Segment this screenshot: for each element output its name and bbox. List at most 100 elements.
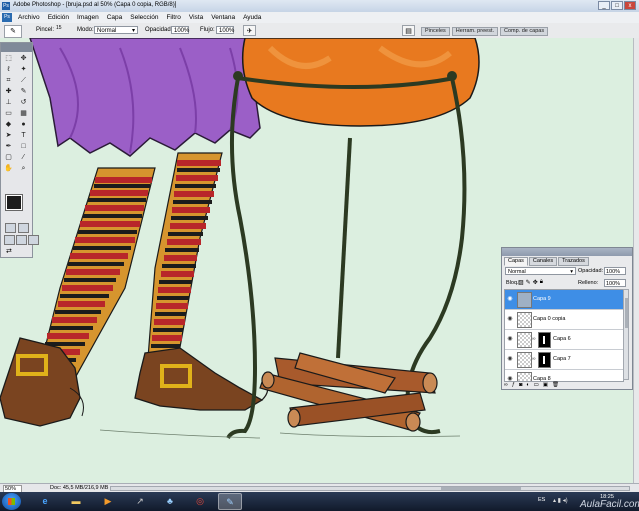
layer-mask-thumbnail[interactable] <box>538 332 551 348</box>
delete-layer-icon[interactable]: 🗑︎ <box>552 382 559 388</box>
path-select-icon[interactable]: ➤ <box>2 131 15 141</box>
history-brush-icon[interactable]: ↺ <box>17 98 30 108</box>
adjustment-layer-icon[interactable]: ◐ <box>526 382 529 388</box>
blur-icon[interactable]: ◆ <box>2 120 15 130</box>
visibility-eye-icon[interactable]: ◉ <box>506 296 514 303</box>
airbrush-icon[interactable]: ✈ <box>243 25 256 36</box>
layers-panel-titlebar[interactable] <box>502 248 632 256</box>
media-player-icon[interactable]: ▶ <box>96 493 120 510</box>
network-app-icon[interactable]: ♣ <box>158 493 182 510</box>
add-mask-icon[interactable]: ◙ <box>519 382 522 388</box>
maximize-button[interactable]: □ <box>611 1 623 10</box>
dock-tab-herramientas[interactable]: Herram. preest. <box>451 27 499 36</box>
type-icon[interactable]: T <box>17 131 30 141</box>
layer-row[interactable]: ◉ ∞ Capa 6 <box>505 330 623 350</box>
zoom-icon[interactable]: ⌕ <box>17 164 30 174</box>
notes-icon[interactable]: ▢ <box>2 153 15 163</box>
slice-icon[interactable]: ⟋ <box>17 76 30 86</box>
hand-icon[interactable]: ✋ <box>2 164 15 174</box>
dock-tab-pinceles[interactable]: Pinceles <box>421 27 450 36</box>
layer-style-icon[interactable]: ƒ <box>512 382 515 388</box>
tab-trazados[interactable]: Trazados <box>558 257 589 266</box>
layer-row[interactable]: ◉ Capa 0 copia <box>505 310 623 330</box>
mode-label: Modo: <box>77 27 94 33</box>
flow-field[interactable]: 100% <box>216 26 234 34</box>
dock-tab-composiciones[interactable]: Comp. de capas <box>500 27 549 36</box>
menu-filtro[interactable]: Filtro <box>162 14 184 21</box>
document-size[interactable]: Doc: 45,5 MB/216,9 MB <box>50 485 108 492</box>
jump-to-imageready-icon[interactable]: ⇄ <box>6 247 12 255</box>
link-layers-icon[interactable]: ∞ <box>504 382 508 388</box>
layer-opacity-label: Opacidad: <box>578 268 604 274</box>
layer-name: Capa 6 <box>553 336 571 342</box>
ie-icon[interactable]: e <box>33 493 57 510</box>
system-tray-icons[interactable]: ▴ ▮ ◂) <box>553 497 568 504</box>
dodge-icon[interactable]: ● <box>17 120 30 130</box>
close-button[interactable]: x <box>624 1 636 10</box>
menu-edicion[interactable]: Edición <box>44 14 73 21</box>
lock-position-icon[interactable]: ✥ <box>533 279 538 286</box>
healing-icon[interactable]: ✚ <box>2 87 15 97</box>
menu-ayuda[interactable]: Ayuda <box>239 14 265 21</box>
eraser-icon[interactable]: ▭ <box>2 109 15 119</box>
tab-canales[interactable]: Canales <box>528 257 558 266</box>
lock-row: Bloq.: ▨ ✎ ✥ 🔒︎ Relleno: 100% <box>504 279 628 288</box>
quick-mask-icon[interactable] <box>18 223 29 233</box>
layer-row[interactable]: ◉ Capa 9 <box>505 290 623 310</box>
menu-seleccion[interactable]: Selección <box>126 14 162 21</box>
fill-field[interactable]: 100% <box>604 279 626 287</box>
opacity-field[interactable]: 100% <box>171 26 189 34</box>
crop-icon[interactable]: ⌗ <box>2 76 15 86</box>
shape-icon[interactable]: □ <box>17 142 30 152</box>
palette-well-icon[interactable]: ▤ <box>402 25 415 36</box>
visibility-eye-icon[interactable]: ◉ <box>506 316 514 323</box>
lock-all-icon[interactable]: 🔒︎ <box>540 279 543 286</box>
new-layer-icon[interactable]: ▣ <box>543 382 548 388</box>
canvas-horizontal-scrollbar[interactable] <box>110 486 630 491</box>
photoshop-task-icon[interactable]: ✎ <box>218 493 242 510</box>
tab-capas[interactable]: Capas <box>504 257 528 266</box>
new-group-icon[interactable]: ▭ <box>534 382 539 388</box>
lock-transparency-icon[interactable]: ▨ <box>518 279 524 286</box>
gradient-icon[interactable]: ▦ <box>17 109 30 119</box>
app-icon[interactable]: ↗ <box>128 493 152 510</box>
menu-archivo[interactable]: Archivo <box>14 14 44 21</box>
minimize-button[interactable]: _ <box>598 1 610 10</box>
stamp-icon[interactable]: ⊥ <box>2 98 15 108</box>
foreground-color-swatch[interactable] <box>5 194 23 211</box>
lasso-icon[interactable]: ℓ <box>2 65 15 75</box>
explorer-folder-icon[interactable]: ▬ <box>64 493 88 510</box>
app-menu-icon[interactable]: Ps <box>2 13 12 22</box>
visibility-eye-icon[interactable]: ◉ <box>506 336 514 343</box>
mode-select[interactable]: Normal <box>94 26 138 35</box>
standard-mode-icon[interactable] <box>5 223 16 233</box>
menu-imagen[interactable]: Imagen <box>73 14 103 21</box>
language-indicator[interactable]: ES <box>538 497 545 503</box>
eyedropper-icon[interactable]: ⁄ <box>17 153 30 163</box>
brush-size[interactable]: 15 <box>56 25 62 31</box>
start-button[interactable] <box>2 493 21 510</box>
visibility-eye-icon[interactable]: ◉ <box>506 356 514 363</box>
screen-mode-menu-icon[interactable] <box>16 235 27 245</box>
layer-opacity-field[interactable]: 100% <box>604 267 626 275</box>
chrome-icon[interactable]: ◎ <box>188 493 212 510</box>
magic-wand-icon[interactable]: ✦ <box>17 65 30 75</box>
move-icon[interactable]: ✥ <box>17 54 30 64</box>
layer-row[interactable]: ◉ ∞ Capa 7 <box>505 350 623 370</box>
title-bar: Ps Adobe Photoshop - [bruja.psd al 50% (… <box>0 0 639 12</box>
menu-vista[interactable]: Vista <box>185 14 207 21</box>
screen-mode-standard-icon[interactable] <box>4 235 15 245</box>
brush-icon[interactable]: ✎ <box>17 87 30 97</box>
layer-mask-thumbnail[interactable] <box>538 352 551 368</box>
menu-ventana[interactable]: Ventana <box>207 14 239 21</box>
layers-scrollbar[interactable] <box>623 289 629 380</box>
brush-tool-preset-icon[interactable]: ✎ <box>4 25 22 38</box>
tools-panel-header[interactable] <box>1 43 32 52</box>
marquee-icon[interactable]: ⬚ <box>2 54 15 64</box>
blend-mode-select[interactable]: Normal <box>505 267 576 276</box>
lock-pixels-icon[interactable]: ✎ <box>526 279 531 286</box>
screen-mode-full-icon[interactable] <box>28 235 39 245</box>
canvas-vertical-scrollbar[interactable] <box>633 38 639 483</box>
menu-capa[interactable]: Capa <box>103 14 127 21</box>
pen-icon[interactable]: ✒ <box>2 142 15 152</box>
